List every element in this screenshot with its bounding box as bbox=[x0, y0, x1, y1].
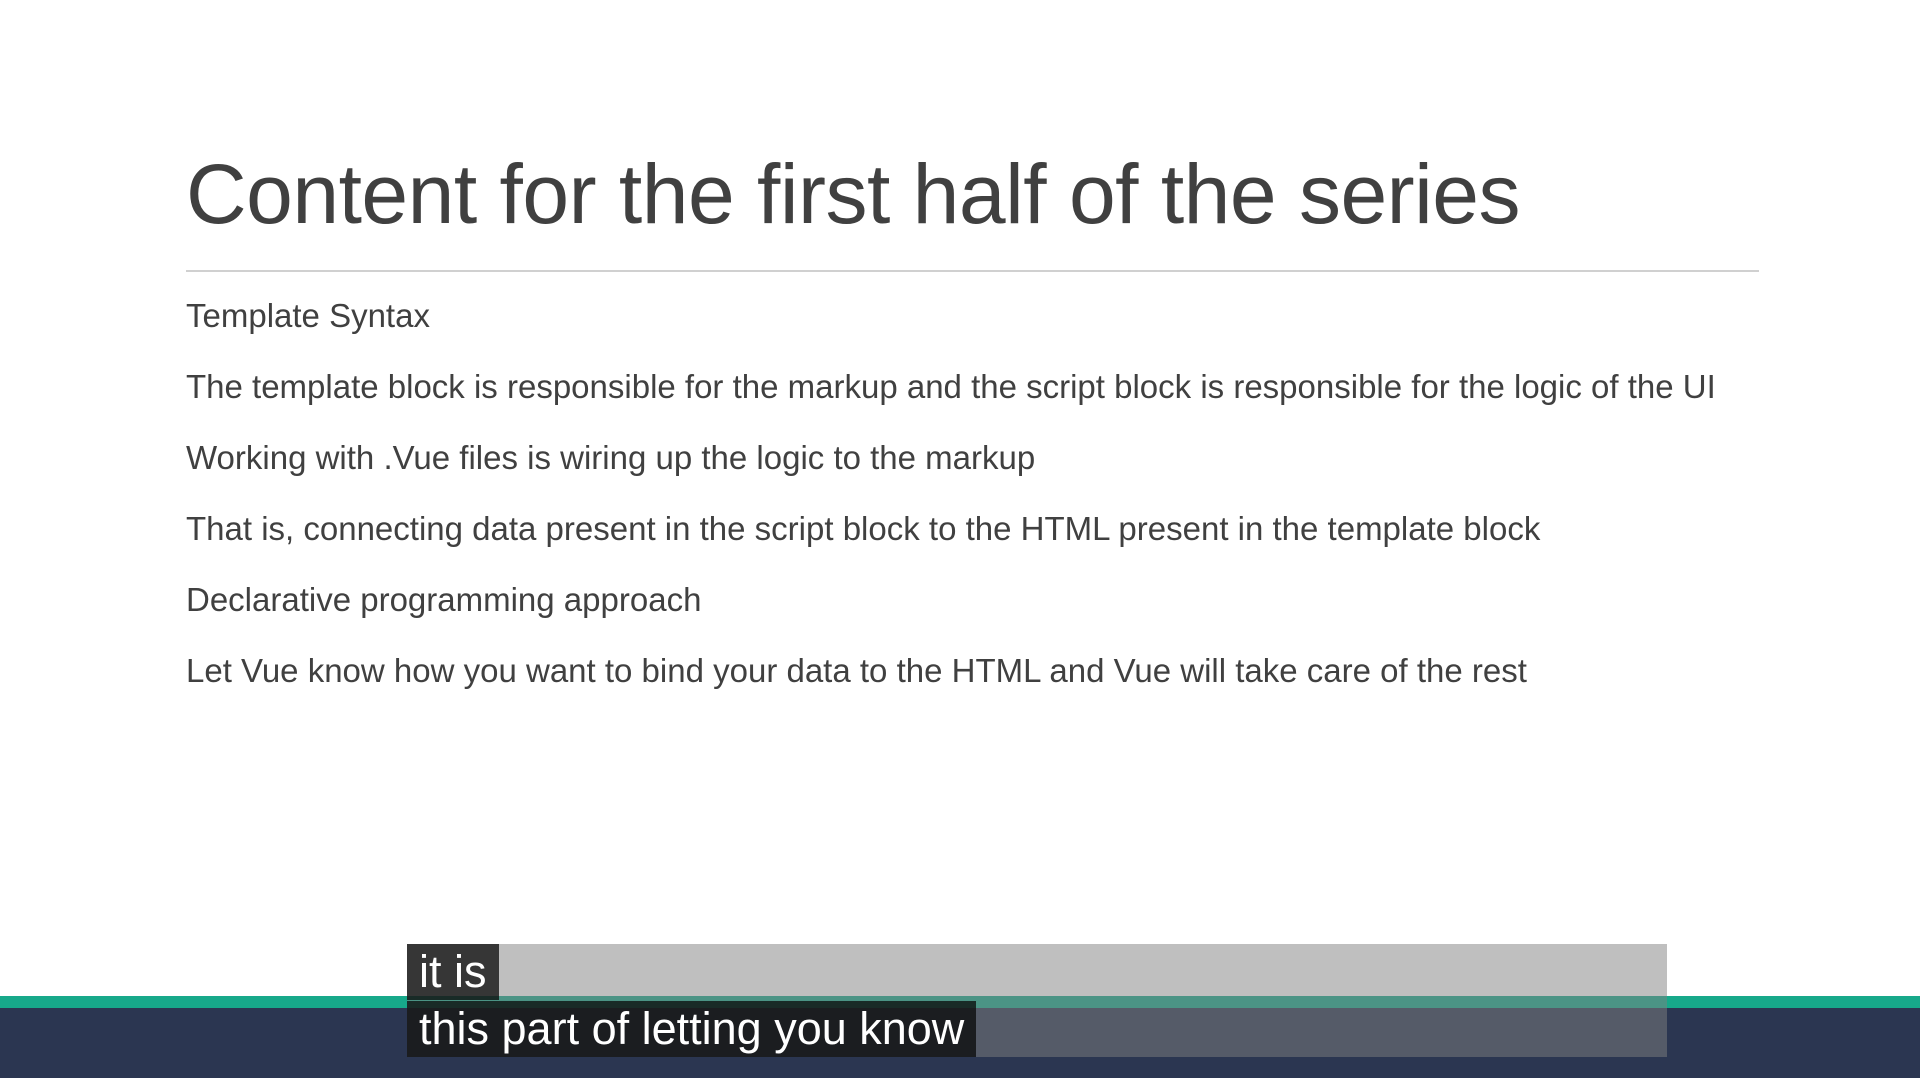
bullet-item: The template block is responsible for th… bbox=[186, 368, 1716, 405]
slide-body: Template Syntax The template block is re… bbox=[186, 294, 1756, 720]
bullet-item: Declarative programming approach bbox=[186, 581, 702, 618]
bullet-item: Template Syntax bbox=[186, 297, 430, 334]
bullet-item: That is, connecting data present in the … bbox=[186, 510, 1541, 547]
bullet-item: Let Vue know how you want to bind your d… bbox=[186, 652, 1527, 689]
slide-title: Content for the first half of the series bbox=[186, 147, 1521, 241]
slide: Content for the first half of the series… bbox=[0, 0, 1920, 1080]
caption-line-1: it is bbox=[407, 944, 499, 1000]
title-divider bbox=[186, 270, 1759, 272]
bullet-item: Working with .Vue files is wiring up the… bbox=[186, 439, 1036, 476]
caption-line-2: this part of letting you know bbox=[407, 1001, 977, 1057]
